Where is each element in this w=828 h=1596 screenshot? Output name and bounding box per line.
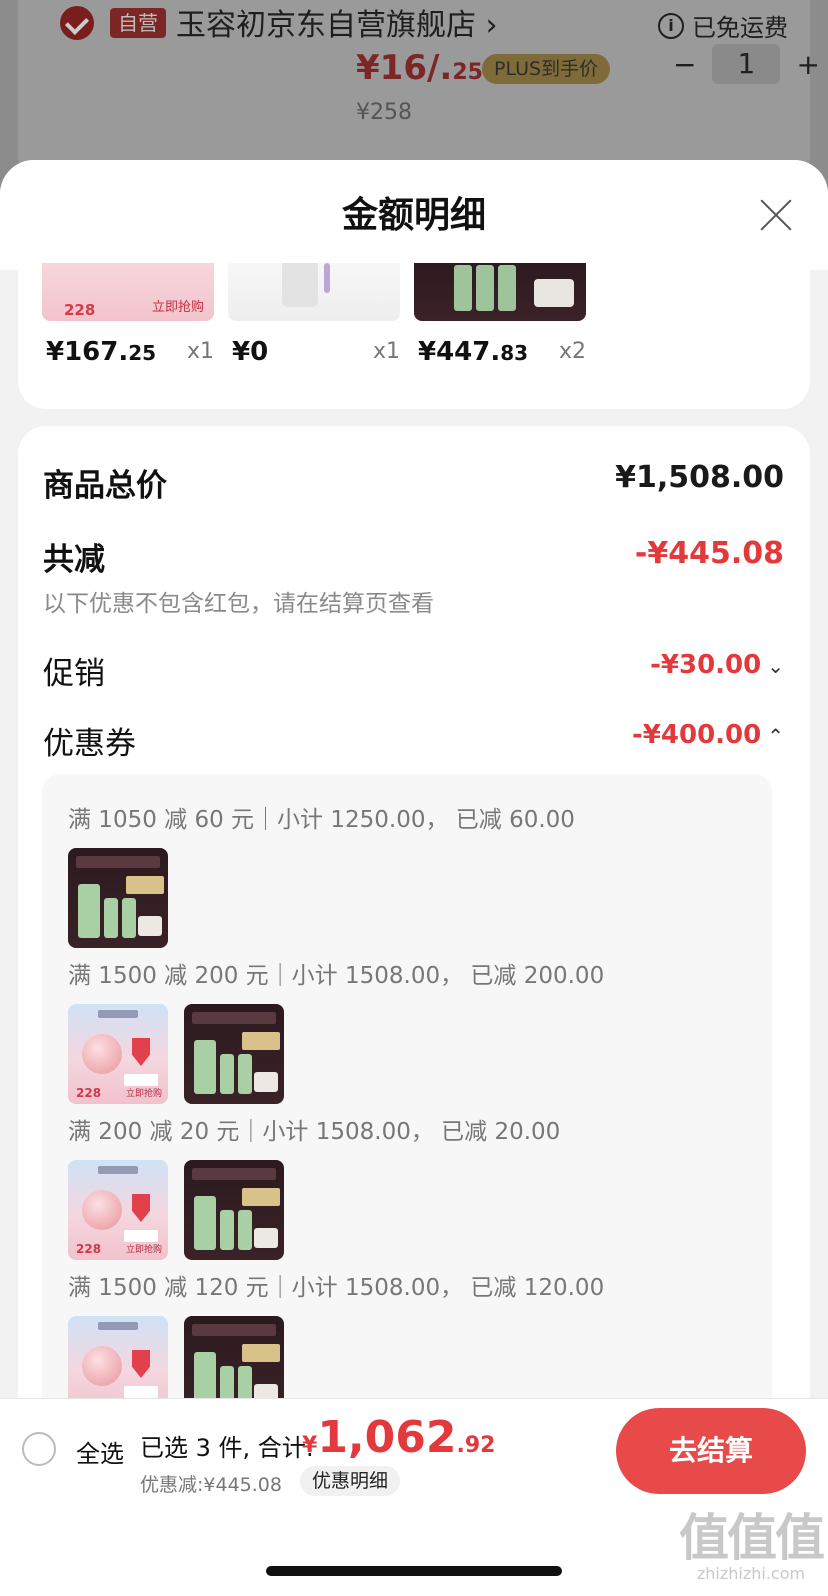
background-cart-item: 自营 玉容初京东自营旗舰店 › i 已免运费 ¥16/.25 PLUS到手价 −… [18,0,820,180]
discount-summary: 优惠减:¥445.08 [140,1474,282,1496]
free-shipping: i 已免运费 [658,8,788,43]
coupon-product-thumbnail: 228 立即抢购 [68,1004,168,1104]
total-price-label: 商品总价 [43,468,167,504]
selected-summary: 已选 3 件, 合计: [140,1434,314,1462]
plus-button: + [796,47,820,81]
item-price: ¥16/.25 [356,48,483,88]
chevron-up-icon: ⌃ [767,723,784,748]
select-all-radio[interactable] [22,1432,56,1466]
coupon-rule: 满 200 减 20 元｜小计 1508.00， 已减 20.00 [68,1119,561,1145]
coupon-row-toggle[interactable]: -¥400.00 ⌃ [632,720,784,750]
product-item[interactable]: ¥0 x1 [228,263,400,367]
sheet-header: 金额明细 [0,160,828,270]
coupon-product-thumbnail [184,1160,284,1260]
checkout-button[interactable]: 去结算 [616,1408,806,1494]
chevron-right-icon: › [485,8,498,43]
coupon-detail-list: 满 1050 减 60 元｜小计 1250.00， 已减 60.00 满 150… [42,774,772,1440]
close-icon[interactable] [758,196,794,232]
coupon-product-thumbnail [68,848,168,948]
total-price-value: ¥1,508.00 [615,460,784,495]
discount-detail-button[interactable]: 优惠明细 [300,1466,401,1496]
self-operated-badge: 自营 [110,8,166,38]
product-item[interactable]: ¥447.83 x2 [414,263,586,367]
watermark: 值值值 zhizhizhi.com [679,1509,825,1583]
coupon-value: -¥400.00 [632,720,762,750]
sheet-title: 金额明细 [341,195,486,236]
plus-price-badge: PLUS到手价 [482,54,611,84]
product-price: ¥0 [232,337,269,367]
product-thumbnail [414,263,586,321]
price-breakdown: 商品总价 ¥1,508.00 共减 -¥445.08 以下优惠不包含红包，请在结… [18,426,810,1440]
shop-name: 玉容初京东自营旗舰店 › [176,8,498,43]
promotion-value: -¥30.00 [650,650,762,680]
product-quantity: x1 [372,339,400,364]
product-quantity: x2 [558,339,586,364]
product-quantity: x1 [186,339,214,364]
promotion-row-toggle[interactable]: -¥30.00 ⌄ [650,650,784,680]
minus-button: − [673,47,697,81]
grand-total: ¥1,062.92 [302,1412,496,1463]
total-reduction-label: 共减 [43,542,105,578]
coupon-product-thumbnail: 228 立即抢购 [68,1160,168,1260]
coupon-rule: 满 1500 减 120 元｜小计 1508.00， 已减 120.00 [68,1275,605,1301]
product-list: 228 立即抢购 ¥167.25 x1 ¥0 x1 ¥447.83 x2 [18,263,810,409]
home-indicator [266,1566,562,1576]
product-price: ¥447.83 [418,337,529,367]
product-thumbnail [228,263,400,321]
discount-note: 以下优惠不包含红包，请在结算页查看 [43,591,434,617]
coupon-rule: 满 1500 减 200 元｜小计 1508.00， 已减 200.00 [68,963,605,989]
quantity-value: 1 [712,44,781,84]
original-price: ¥258 [356,100,412,125]
amount-detail-sheet: 金额明细 228 立即抢购 ¥167.25 x1 ¥0 x1 ¥447.83 x… [0,160,828,1440]
checkout-bar: 全选 已选 3 件, 合计: ¥1,062.92 优惠减:¥445.08 优惠明… [0,1398,828,1596]
chevron-down-icon: ⌄ [767,653,784,678]
coupon-label: 优惠券 [43,726,136,762]
total-reduction-value: -¥445.08 [634,536,784,571]
quantity-stepper: − 1 + [673,44,820,84]
promotion-label: 促销 [43,656,105,692]
product-item[interactable]: 228 立即抢购 ¥167.25 x1 [42,263,214,367]
info-icon: i [658,12,684,39]
select-all-label[interactable]: 全选 [76,1434,124,1469]
coupon-product-thumbnail [184,1004,284,1104]
product-price: ¥167.25 [46,337,157,367]
product-thumbnail: 228 立即抢购 [42,263,214,321]
coupon-rule: 满 1050 减 60 元｜小计 1250.00， 已减 60.00 [68,807,575,833]
shop-check-icon [60,6,94,40]
